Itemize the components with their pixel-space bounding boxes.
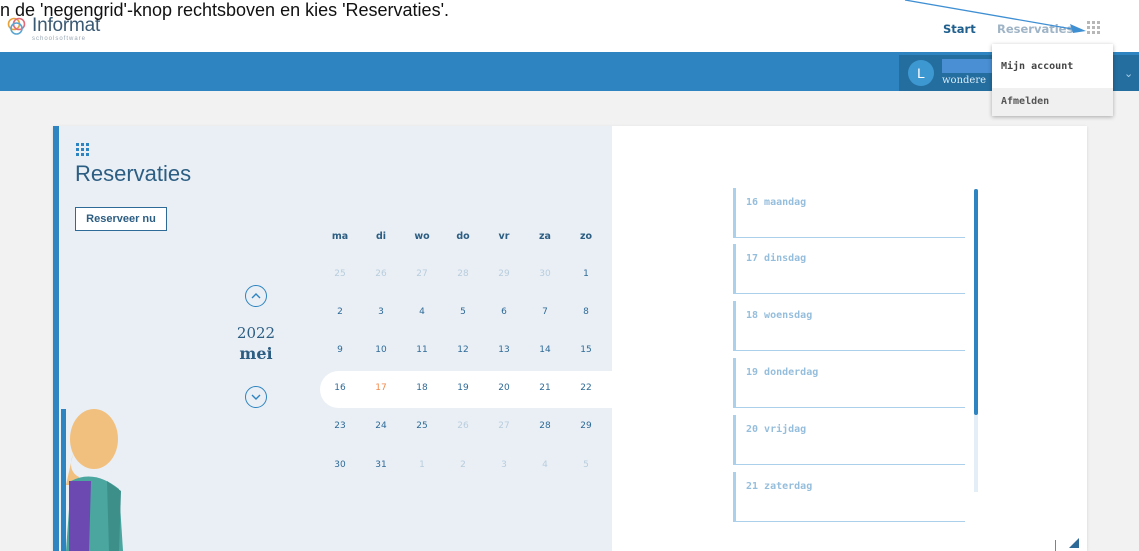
nav-start[interactable]: Start bbox=[943, 22, 976, 36]
page-title: Reservaties bbox=[75, 161, 192, 186]
list-item[interactable]: 21 zaterdag bbox=[733, 472, 965, 522]
menu-item-mijn-account[interactable]: Mijn account bbox=[992, 53, 1113, 81]
calendar-day[interactable]: 30 bbox=[527, 269, 563, 279]
apps-dropdown: Mijn account Afmelden bbox=[992, 44, 1113, 116]
calendar-day[interactable]: 26 bbox=[363, 269, 399, 279]
calendar-day[interactable]: 11 bbox=[404, 345, 440, 355]
calendar-day[interactable]: 6 bbox=[486, 307, 522, 317]
calendar-day[interactable]: 14 bbox=[527, 345, 563, 355]
calendar-day[interactable]: 3 bbox=[363, 307, 399, 317]
weekday-header: wo bbox=[414, 231, 430, 242]
next-month-button[interactable] bbox=[245, 386, 267, 408]
day-label: 21 zaterdag bbox=[746, 481, 813, 492]
list-item[interactable]: 17 dinsdag bbox=[733, 244, 965, 294]
calendar-panel bbox=[53, 126, 612, 551]
calendar-day[interactable]: 3 bbox=[486, 460, 522, 470]
calendar-day[interactable]: 18 bbox=[404, 383, 440, 393]
calendar-year: 2022 bbox=[236, 324, 276, 342]
calendar-day[interactable]: 26 bbox=[445, 421, 481, 431]
calendar-day[interactable]: 27 bbox=[486, 421, 522, 431]
calendar-day[interactable]: 19 bbox=[445, 383, 481, 393]
reserve-button[interactable]: Reserveer nu bbox=[75, 207, 167, 231]
calendar-day[interactable]: 29 bbox=[568, 421, 604, 431]
calendar-day[interactable]: 23 bbox=[322, 421, 358, 431]
calendar-day[interactable]: 2 bbox=[445, 460, 481, 470]
calendar-day[interactable]: 31 bbox=[363, 460, 399, 470]
user-name-redacted bbox=[942, 59, 994, 73]
list-item[interactable]: 18 woensdag bbox=[733, 301, 965, 351]
calendar-day[interactable]: 2 bbox=[322, 307, 358, 317]
list-item[interactable]: 20 vrijdag bbox=[733, 415, 965, 465]
calendar-day[interactable]: 1 bbox=[568, 269, 604, 279]
calendar-day[interactable]: 28 bbox=[445, 269, 481, 279]
weekday-header: za bbox=[539, 231, 551, 242]
calendar-day[interactable]: 16 bbox=[322, 383, 358, 393]
chevron-down-icon[interactable]: ⌄ bbox=[1124, 67, 1133, 80]
calendar-day[interactable]: 30 bbox=[322, 460, 358, 470]
calendar-day[interactable]: 12 bbox=[445, 345, 481, 355]
list-item[interactable]: 16 maandag bbox=[733, 188, 965, 238]
calendar-day[interactable]: 29 bbox=[486, 269, 522, 279]
calendar-day[interactable]: 22 bbox=[568, 383, 604, 393]
logo-subtitle: schoolsoftware bbox=[32, 36, 87, 42]
day-label: 19 donderdag bbox=[746, 367, 819, 378]
calendar-day[interactable]: 10 bbox=[363, 345, 399, 355]
calendar-day[interactable]: 9 bbox=[322, 345, 358, 355]
day-label: 18 woensdag bbox=[746, 310, 813, 321]
calendar-day[interactable]: 28 bbox=[527, 421, 563, 431]
week-day-list: 16 maandag 17 dinsdag 18 woensdag 19 don… bbox=[733, 188, 981, 550]
calendar-day[interactable]: 5 bbox=[568, 460, 604, 470]
weekday-header: di bbox=[375, 231, 387, 242]
weekday-header: do bbox=[456, 231, 470, 242]
calendar-day[interactable]: 15 bbox=[568, 345, 604, 355]
calendar-day[interactable]: 8 bbox=[568, 307, 604, 317]
apps-grid-icon bbox=[76, 143, 90, 157]
divider bbox=[1055, 540, 1056, 551]
weekday-header: ma bbox=[331, 231, 349, 242]
nav-reservaties[interactable]: Reservaties bbox=[997, 22, 1073, 36]
calendar-day[interactable]: 5 bbox=[445, 307, 481, 317]
calendar-day[interactable]: 21 bbox=[527, 383, 563, 393]
reservations-card: Reservaties Reserveer nu 2022 mei ma di wo… bbox=[53, 126, 1087, 551]
calendar-day[interactable]: 4 bbox=[527, 460, 563, 470]
weekday-header: vr bbox=[498, 231, 510, 242]
menu-item-afmelden[interactable]: Afmelden bbox=[992, 88, 1113, 116]
instruction-caption: n de 'negengrid'-knop rechtsboven en kie… bbox=[0, 0, 450, 20]
calendar-day[interactable]: 13 bbox=[486, 345, 522, 355]
day-label: 17 dinsdag bbox=[746, 253, 807, 264]
calendar-day[interactable]: 25 bbox=[404, 421, 440, 431]
resize-handle[interactable] bbox=[1069, 538, 1079, 548]
avatar[interactable]: L bbox=[908, 60, 934, 86]
user-name: wondere bbox=[942, 75, 987, 86]
day-label: 20 vrijdag bbox=[746, 424, 807, 435]
apps-grid-icon[interactable] bbox=[1087, 21, 1101, 35]
chevron-up-icon bbox=[251, 293, 261, 299]
calendar-day[interactable]: 27 bbox=[404, 269, 440, 279]
list-item[interactable]: 19 donderdag bbox=[733, 358, 965, 408]
calendar-day[interactable]: 7 bbox=[527, 307, 563, 317]
calendar-day[interactable]: 17 bbox=[363, 383, 399, 393]
calendar-day[interactable]: 20 bbox=[486, 383, 522, 393]
calendar-day[interactable]: 1 bbox=[404, 460, 440, 470]
scrollbar-thumb[interactable] bbox=[974, 189, 978, 415]
chevron-down-icon bbox=[251, 394, 261, 400]
previous-month-button[interactable] bbox=[245, 285, 267, 307]
person-illustration bbox=[61, 409, 123, 551]
day-label: 16 maandag bbox=[746, 197, 807, 208]
calendar-day[interactable]: 24 bbox=[363, 421, 399, 431]
weekday-header: zo bbox=[579, 231, 593, 242]
calendar-month: mei bbox=[239, 344, 273, 363]
calendar-day[interactable]: 25 bbox=[322, 269, 358, 279]
accent-bar bbox=[53, 126, 59, 551]
calendar-day[interactable]: 4 bbox=[404, 307, 440, 317]
